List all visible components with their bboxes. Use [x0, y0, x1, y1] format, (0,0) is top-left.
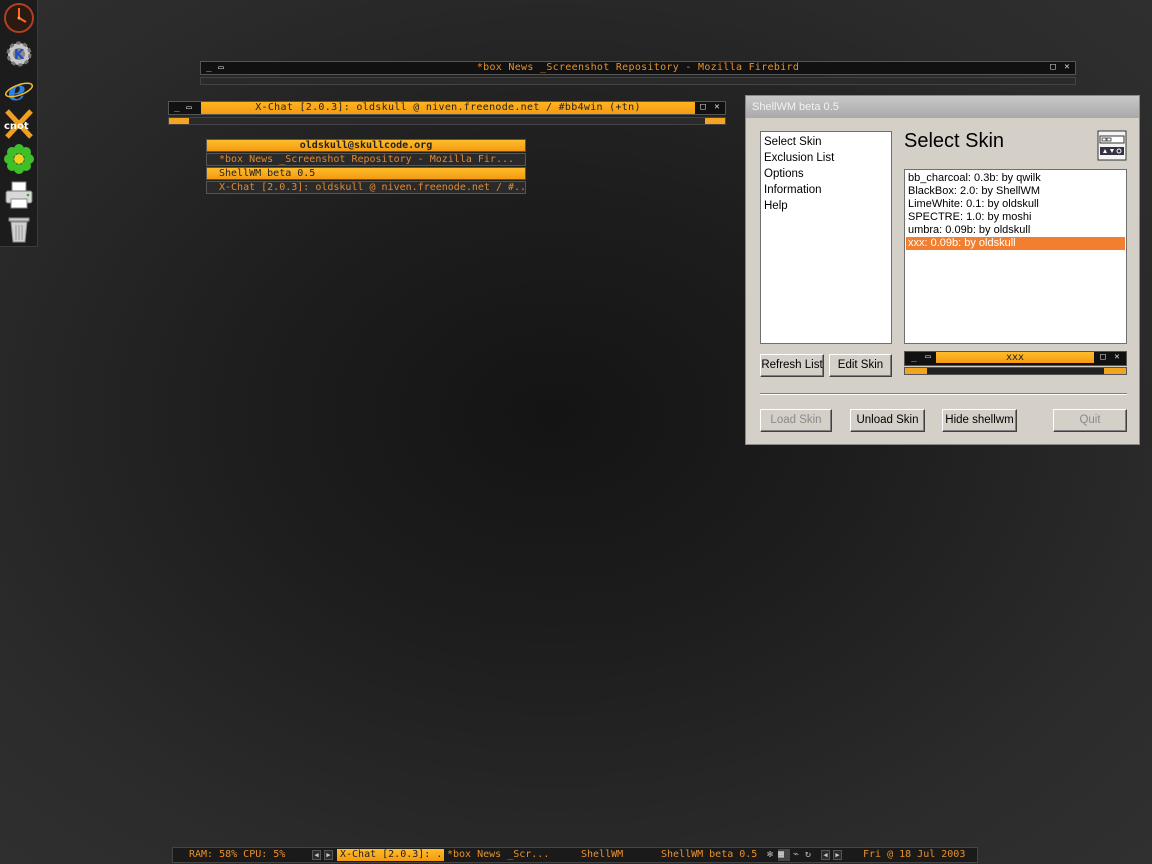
skin-list-item-selected[interactable]: xxx: 0.09b: by oldskull — [906, 237, 1125, 250]
skin-list-item[interactable]: LimeWhite: 0.1: by oldskull — [906, 198, 1125, 211]
load-skin-button[interactable]: Load Skin — [760, 409, 832, 432]
maximize-icon[interactable]: □ — [698, 102, 708, 112]
nav-item-exclusion-list[interactable]: Exclusion List — [764, 150, 888, 166]
task-menu-item[interactable]: *box News _Screenshot Repository - Mozil… — [206, 153, 526, 166]
skin-list-item[interactable]: bb_charcoal: 0.3b: by qwilk — [906, 172, 1125, 185]
skin-list-item[interactable]: SPECTRE: 1.0: by moshi — [906, 211, 1125, 224]
preview-title: xxx — [936, 352, 1094, 363]
close-icon: ✕ — [1114, 352, 1120, 362]
skin-preview: _ ▭ □ ✕ xxx — [904, 351, 1127, 377]
task-menu-header: oldskull@skullcode.org — [206, 139, 526, 152]
shellwm-dialog: ShellWM beta 0.5 Select Skin Exclusion L… — [745, 95, 1140, 445]
refresh-list-button[interactable]: Refresh List — [760, 354, 824, 377]
next-workspace-icon[interactable]: ▶ — [324, 850, 333, 860]
taskbar-task-active[interactable]: X-Chat [2.0.3]: ... — [337, 849, 444, 861]
xchat-handle[interactable] — [168, 117, 726, 125]
unload-skin-button[interactable]: Unload Skin — [850, 409, 925, 432]
preview-handle — [904, 367, 1127, 375]
next-task-icon[interactable]: ▶ — [833, 850, 842, 860]
minimize-icon[interactable]: _ — [204, 63, 214, 73]
svg-text:K: K — [14, 48, 25, 63]
tray-refresh-icon[interactable]: ↻ — [805, 849, 815, 861]
firebird-titlebar[interactable]: _ ▭ *box News _Screenshot Repository - M… — [200, 61, 1076, 75]
close-icon[interactable]: ✕ — [1062, 62, 1072, 72]
task-menu-item[interactable]: ShellWM beta 0.5 — [206, 167, 526, 180]
window-title: *box News _Screenshot Repository - Mozil… — [476, 62, 800, 73]
shade-icon[interactable]: ▭ — [184, 103, 194, 113]
taskbar-task[interactable]: ShellWM beta 0.5 — [661, 849, 765, 861]
taskbar-task[interactable]: *box News _Scr... — [447, 849, 551, 861]
system-stats: RAM: 58% CPU: 5% — [189, 849, 286, 860]
maximize-icon: □ — [1100, 352, 1106, 362]
shade-icon[interactable]: ▭ — [216, 63, 226, 73]
prev-workspace-icon[interactable]: ◀ — [312, 850, 321, 860]
edit-skin-button[interactable]: Edit Skin — [829, 354, 892, 377]
close-icon[interactable]: ✕ — [712, 102, 722, 112]
cnot-icon[interactable]: cnot — [2, 107, 35, 140]
task-menu-item[interactable]: X-Chat [2.0.3]: oldskull @ niven.freenod… — [206, 181, 526, 194]
firebird-handle[interactable] — [200, 77, 1076, 85]
prev-task-icon[interactable]: ◀ — [821, 850, 830, 860]
clock-icon[interactable] — [2, 1, 35, 34]
minimize-icon: _ — [911, 353, 917, 363]
tray-monitor-icon[interactable]: ▦ — [778, 849, 790, 861]
tray-gear-icon[interactable]: ✻ — [767, 849, 777, 861]
trash-icon[interactable] — [2, 212, 35, 245]
minimize-icon[interactable]: _ — [172, 103, 182, 113]
nav-list: Select Skin Exclusion List Options Infor… — [760, 131, 892, 344]
quit-button[interactable]: Quit — [1053, 409, 1127, 432]
icq-flower-icon[interactable] — [2, 142, 35, 175]
dialog-titlebar[interactable]: ShellWM beta 0.5 — [746, 96, 1139, 118]
window-title: X-Chat [2.0.3]: oldskull @ niven.freenod… — [201, 102, 695, 114]
skin-list[interactable]: bb_charcoal: 0.3b: by qwilk BlackBox: 2.… — [904, 169, 1127, 344]
printer-icon[interactable] — [2, 178, 35, 211]
svg-text:e: e — [8, 74, 26, 105]
taskbar-clock: Fri @ 18 Jul 2003 — [863, 849, 966, 860]
window-skin-icon — [1097, 130, 1127, 161]
skin-list-item[interactable]: BlackBox: 2.0: by ShellWM — [906, 185, 1125, 198]
tray-network-icon[interactable]: ⌁ — [793, 849, 803, 861]
separator — [760, 393, 1127, 395]
nav-item-options[interactable]: Options — [764, 166, 888, 182]
task-menu: oldskull@skullcode.org *box News _Screen… — [206, 139, 526, 195]
xchat-titlebar[interactable]: _ ▭ X-Chat [2.0.3]: oldskull @ niven.fre… — [168, 101, 726, 115]
taskbar-task[interactable]: ShellWM — [581, 849, 641, 861]
hide-shellwm-button[interactable]: Hide shellwm — [942, 409, 1017, 432]
svg-text:cnot: cnot — [4, 121, 29, 132]
icon-dock: K e cnot — [0, 0, 38, 247]
nav-item-select-skin[interactable]: Select Skin — [764, 134, 888, 150]
kde-gear-icon[interactable]: K — [2, 37, 35, 70]
nav-item-information[interactable]: Information — [764, 182, 888, 198]
taskbar: RAM: 58% CPU: 5% ◀ ▶ X-Chat [2.0.3]: ...… — [172, 847, 978, 863]
internet-explorer-icon[interactable]: e — [2, 72, 35, 105]
section-title: Select Skin — [904, 130, 1005, 152]
skin-list-item[interactable]: umbra: 0.09b: by oldskull — [906, 224, 1125, 237]
maximize-icon[interactable]: □ — [1048, 62, 1058, 72]
nav-item-help[interactable]: Help — [764, 198, 888, 214]
shade-icon: ▭ — [925, 352, 931, 362]
